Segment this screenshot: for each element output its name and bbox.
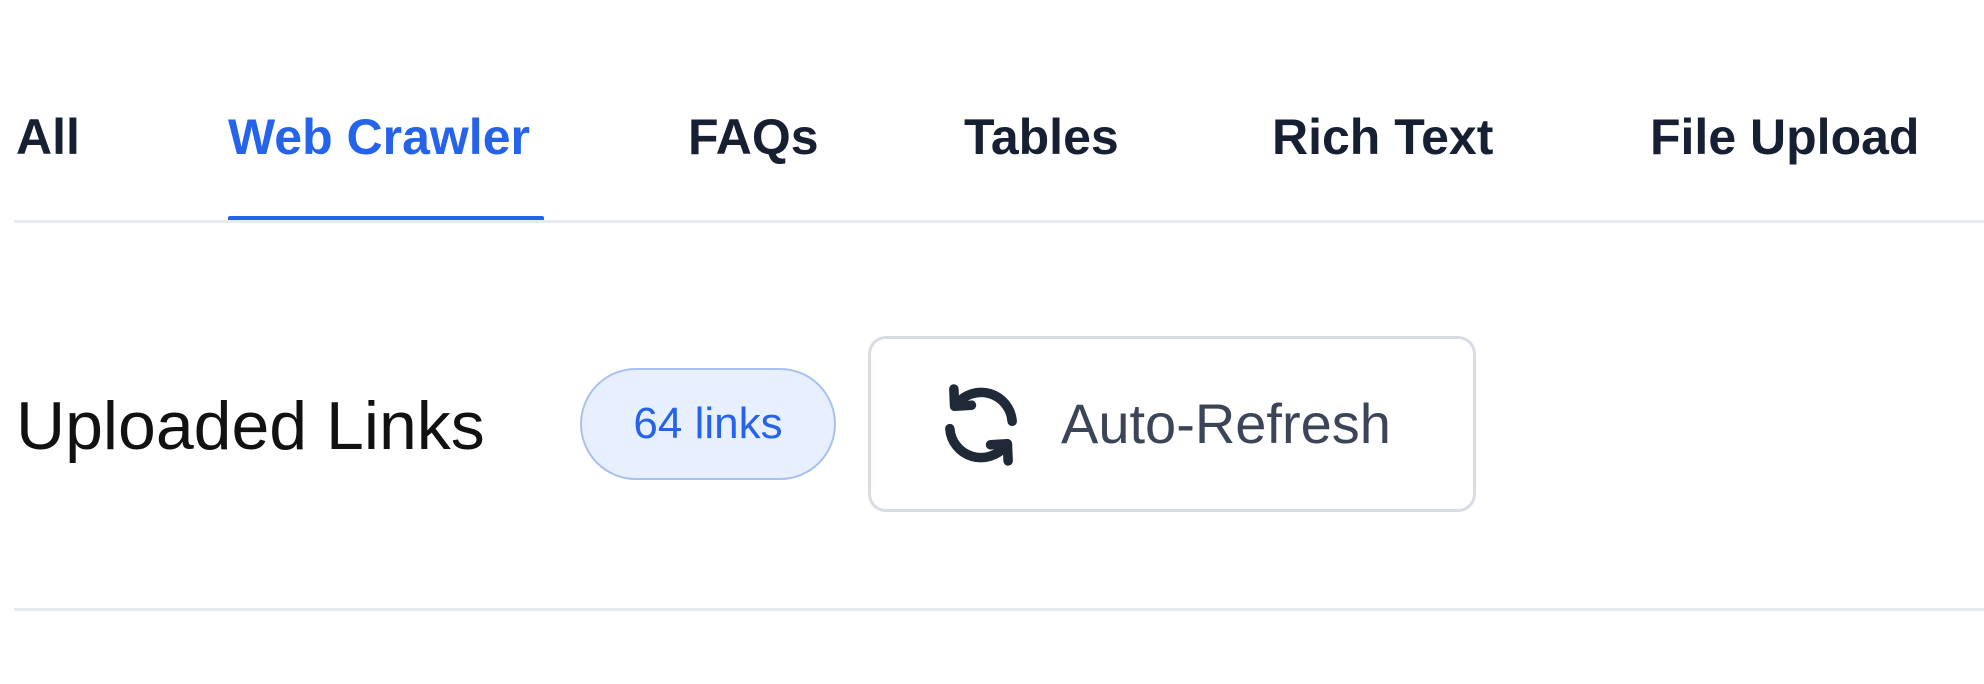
auto-refresh-button[interactable]: Auto-Refresh [868,336,1476,512]
tab-file-upload[interactable]: File Upload [1650,104,1919,170]
tab-web-crawler[interactable]: Web Crawler [228,104,530,170]
tab-bar-divider [14,220,1984,223]
refresh-icon [937,381,1025,469]
tab-tables[interactable]: Tables [964,104,1119,170]
section-divider [14,608,1984,611]
tab-bar: All Web Crawler FAQs Tables Rich Text Fi… [0,0,1984,224]
tab-faqs[interactable]: FAQs [688,104,819,170]
link-count-badge: 64 links [580,368,836,480]
tab-rich-text[interactable]: Rich Text [1272,104,1493,170]
tab-all[interactable]: All [16,104,80,170]
auto-refresh-label: Auto-Refresh [1061,392,1391,455]
section-title: Uploaded Links [16,388,485,464]
